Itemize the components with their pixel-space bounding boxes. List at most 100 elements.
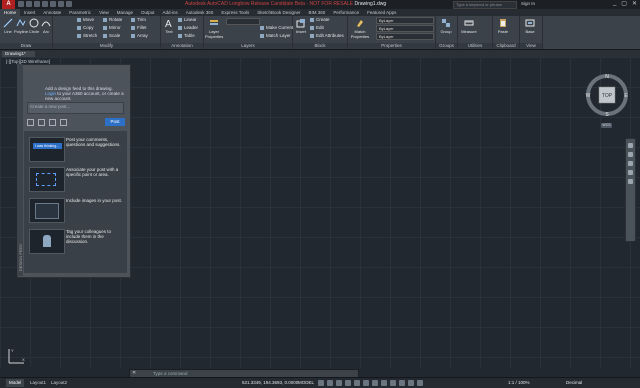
new-post-input[interactable]: Create a new post... xyxy=(27,102,124,114)
make-current-button[interactable]: Make Current xyxy=(260,25,293,30)
pan-icon[interactable] xyxy=(628,152,633,157)
lineweight-dropdown[interactable]: ByLayer xyxy=(376,33,434,40)
polar-icon[interactable] xyxy=(345,380,351,386)
otrack-icon[interactable] xyxy=(363,380,369,386)
open-icon[interactable] xyxy=(26,1,32,7)
sign-in-button[interactable]: Sign In xyxy=(521,1,535,6)
table-button[interactable]: Table xyxy=(178,33,195,38)
modify-panel-title[interactable]: Modify xyxy=(53,43,160,49)
annotation-visibility-icon[interactable] xyxy=(399,380,405,386)
ortho-icon[interactable] xyxy=(336,380,342,386)
fillet-button[interactable]: Fillet xyxy=(131,25,147,30)
linetype-dropdown[interactable]: ByLayer xyxy=(376,25,434,32)
layers-panel-title[interactable]: Layers xyxy=(204,43,292,49)
annotation-panel-title[interactable]: Annotation xyxy=(161,43,203,49)
tab-annotate[interactable]: Annotate xyxy=(39,9,65,16)
workspace-icon[interactable] xyxy=(417,380,423,386)
layout-tab-layout1[interactable]: Layout1 xyxy=(27,379,49,387)
tab-featured-apps[interactable]: Featured Apps xyxy=(363,9,400,16)
tab-add-ins[interactable]: Add-ins xyxy=(159,9,182,16)
groups-panel-title[interactable]: Groups xyxy=(436,43,457,49)
layout-tab-layout2[interactable]: Layout2 xyxy=(48,379,70,387)
transparency-icon[interactable] xyxy=(381,380,387,386)
tab-express-tools[interactable]: Express Tools xyxy=(217,9,253,16)
tab-parametric[interactable]: Parametric xyxy=(65,9,95,16)
undo-icon[interactable] xyxy=(58,1,64,7)
group-button[interactable]: Group xyxy=(439,18,453,34)
tab-performance[interactable]: Performance xyxy=(329,9,363,16)
layer-dropdown[interactable] xyxy=(226,18,260,25)
image-icon[interactable] xyxy=(60,119,67,126)
edit-block-button[interactable]: Edit xyxy=(310,25,324,30)
lineweight-icon[interactable] xyxy=(372,380,378,386)
clipboard-panel-title[interactable]: Clipboard xyxy=(493,43,519,49)
plot-icon[interactable] xyxy=(50,1,56,7)
steering-wheel-icon[interactable] xyxy=(628,143,633,148)
tab-manage[interactable]: Manage xyxy=(113,9,137,16)
compass-n[interactable]: N xyxy=(605,74,609,80)
orbit-icon[interactable] xyxy=(628,170,633,175)
model-space-toggle[interactable]: MODEL xyxy=(298,379,314,387)
draw-panel-title[interactable]: Draw xyxy=(0,43,52,49)
properties-panel-title[interactable]: Properties xyxy=(348,43,435,49)
pin-icon[interactable] xyxy=(38,119,45,126)
base-button[interactable]: Base xyxy=(523,18,537,34)
arc-button[interactable]: Arc xyxy=(39,18,53,34)
person-icon[interactable] xyxy=(49,119,56,126)
close-button[interactable]: ✕ xyxy=(632,0,637,7)
match-properties-button[interactable]: Match Properties xyxy=(349,18,371,39)
zoom-icon[interactable] xyxy=(628,161,633,166)
rotate-button[interactable]: Rotate xyxy=(103,17,122,22)
application-menu-button[interactable]: A xyxy=(2,0,15,9)
view-panel-title[interactable]: View xyxy=(520,43,542,49)
tab-view[interactable]: View xyxy=(95,9,113,16)
redo-icon[interactable] xyxy=(66,1,72,7)
edit-attributes-button[interactable]: Edit Attributes xyxy=(310,33,344,38)
maximize-button[interactable]: ▢ xyxy=(621,0,627,7)
utilities-panel-title[interactable]: Utilities xyxy=(458,43,492,49)
paste-button[interactable]: Paste xyxy=(496,18,510,34)
match-layer-button[interactable]: Match Layer xyxy=(260,33,291,38)
leader-button[interactable]: Leader xyxy=(178,25,198,30)
create-block-button[interactable]: Create xyxy=(310,17,330,22)
copy-button[interactable]: Copy xyxy=(77,25,94,30)
scale-button[interactable]: Scale xyxy=(103,33,120,38)
tab-bim-360[interactable]: BIM 360 xyxy=(305,9,330,16)
grid-icon[interactable] xyxy=(318,380,324,386)
array-button[interactable]: Array xyxy=(131,33,148,38)
text-button[interactable]: A Text xyxy=(162,18,176,34)
move-button[interactable]: Move xyxy=(77,17,94,22)
tab-insert[interactable]: Insert xyxy=(20,9,39,16)
viewcube[interactable]: TOP N S E W xyxy=(584,72,630,118)
command-input[interactable]: Type a command xyxy=(153,370,188,377)
close-command-line-button[interactable]: ✕ xyxy=(132,370,136,377)
autoscale-icon[interactable] xyxy=(408,380,414,386)
block-panel-title[interactable]: Block xyxy=(293,43,347,49)
color-dropdown[interactable]: ByLayer xyxy=(376,17,434,24)
coordinates-readout[interactable]: 521.3349, 194.3693, 0.0000 xyxy=(242,379,298,387)
showmotion-icon[interactable] xyxy=(628,179,633,184)
tab-sketchbook-designer[interactable]: SketchBook Designer xyxy=(253,9,304,16)
trim-button[interactable]: Trim xyxy=(131,17,146,22)
selection-cycling-icon[interactable] xyxy=(390,380,396,386)
save-as-icon[interactable] xyxy=(42,1,48,7)
tab-output[interactable]: Output xyxy=(137,9,159,16)
layout-tab-model[interactable]: Model xyxy=(6,379,25,387)
units-dropdown[interactable]: Decimal xyxy=(566,379,582,387)
line-button[interactable]: Line xyxy=(1,18,15,34)
insert-button[interactable]: Insert xyxy=(294,18,308,34)
polyline-button[interactable]: Polyline xyxy=(14,18,28,34)
layer-properties-button[interactable]: Layer Properties xyxy=(205,18,223,39)
select-area-icon[interactable] xyxy=(27,119,34,126)
new-icon[interactable] xyxy=(18,1,24,7)
minimize-button[interactable]: _ xyxy=(613,0,616,7)
post-button[interactable]: Post xyxy=(105,118,125,126)
compass-w[interactable]: W xyxy=(586,93,591,99)
search-input[interactable]: Type a keyword or phrase xyxy=(453,1,517,9)
linear-button[interactable]: Linear xyxy=(178,17,197,22)
annotation-scale[interactable]: 1:1 / 100% xyxy=(508,379,530,387)
osnap-icon[interactable] xyxy=(354,380,360,386)
tab-autodesk-360[interactable]: Autodesk 360 xyxy=(182,9,218,16)
snap-icon[interactable] xyxy=(327,380,333,386)
mirror-button[interactable]: Mirror xyxy=(103,25,121,30)
